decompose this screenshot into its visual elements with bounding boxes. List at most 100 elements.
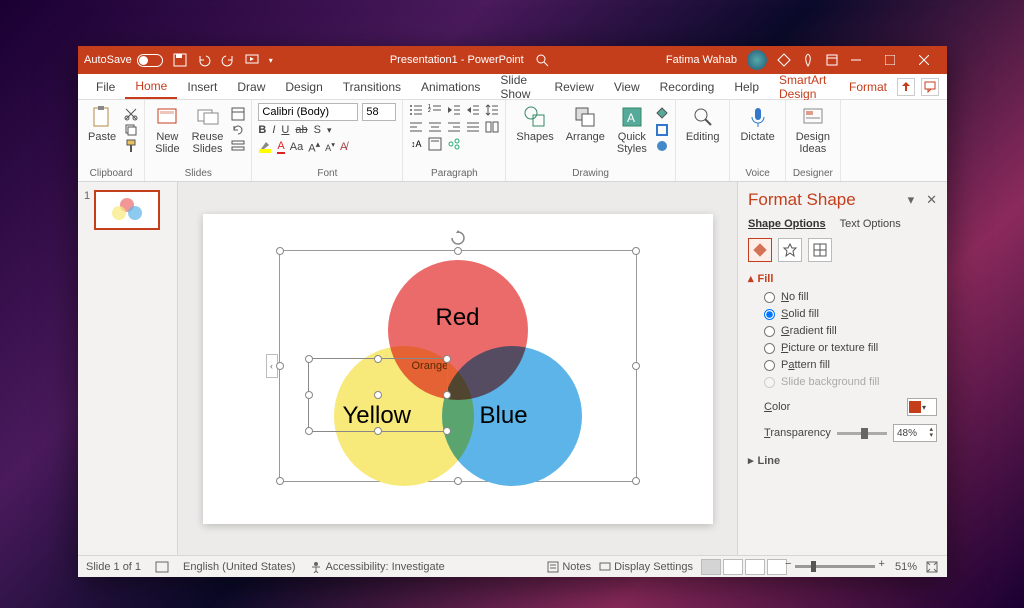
radio-picture-fill[interactable]: Picture or texture fill	[764, 342, 937, 354]
radio-solid-fill[interactable]: Solid fill	[764, 308, 937, 320]
slide-editor[interactable]: ‹ Red Yellow Blue	[178, 182, 737, 555]
tab-draw[interactable]: Draw	[227, 76, 275, 98]
zoom-level[interactable]: 51%	[895, 561, 917, 573]
tab-format[interactable]: Format	[839, 76, 897, 98]
bold-button[interactable]: B	[258, 124, 266, 136]
design-ideas-button[interactable]: Design Ideas	[792, 103, 834, 157]
tab-insert[interactable]: Insert	[177, 76, 227, 98]
normal-view-button[interactable]	[701, 559, 721, 575]
display-settings-button[interactable]: Display Settings	[599, 561, 693, 573]
font-size-select[interactable]	[362, 103, 396, 121]
reset-icon[interactable]	[231, 123, 245, 137]
tab-recording[interactable]: Recording	[650, 76, 725, 98]
tab-file[interactable]: File	[86, 76, 125, 98]
font-name-select[interactable]	[258, 103, 358, 121]
text-direction-icon[interactable]: ↕A	[409, 137, 423, 151]
line-spacing-icon[interactable]	[485, 103, 499, 117]
arrange-button[interactable]: Arrange	[562, 103, 609, 145]
label-blue[interactable]: Blue	[480, 402, 528, 430]
format-painter-icon[interactable]	[124, 139, 138, 153]
undo-icon[interactable]	[197, 53, 211, 67]
diamond-icon[interactable]	[777, 53, 791, 67]
fit-to-window-button[interactable]	[925, 560, 939, 574]
shape-effects-icon[interactable]	[655, 139, 669, 153]
redo-icon[interactable]	[221, 53, 235, 67]
pane-options-icon[interactable]: ▾	[908, 192, 915, 208]
tab-home[interactable]: Home	[125, 75, 177, 99]
align-right-icon[interactable]	[447, 120, 461, 134]
font-color-icon[interactable]: A	[277, 140, 284, 154]
slideshow-icon[interactable]	[245, 53, 259, 67]
grow-font-button[interactable]: A▴	[308, 139, 320, 155]
align-center-icon[interactable]	[428, 120, 442, 134]
reuse-slides-button[interactable]: Reuse Slides	[188, 103, 228, 157]
rocket-icon[interactable]	[801, 53, 815, 67]
clear-format-button[interactable]: A̸	[340, 141, 347, 153]
save-icon[interactable]	[173, 53, 187, 67]
maximize-button[interactable]	[873, 46, 907, 74]
numbering-icon[interactable]: 12	[428, 103, 442, 117]
effects-category[interactable]	[778, 238, 802, 262]
ribbon-display-icon[interactable]	[825, 53, 839, 67]
cut-icon[interactable]	[124, 107, 138, 121]
close-button[interactable]	[907, 46, 941, 74]
status-language[interactable]: English (United States)	[183, 561, 296, 573]
slideshow-view-button[interactable]	[767, 559, 787, 575]
shape-selection[interactable]	[308, 358, 448, 432]
dictate-button[interactable]: Dictate	[736, 103, 778, 145]
shadow-button[interactable]: S	[314, 124, 321, 136]
smartart-convert-icon[interactable]	[447, 137, 461, 151]
tab-transitions[interactable]: Transitions	[333, 76, 411, 98]
fill-color-picker[interactable]: ▾	[907, 398, 937, 416]
search-icon[interactable]	[536, 54, 549, 67]
radio-gradient-fill[interactable]: Gradient fill	[764, 325, 937, 337]
section-line[interactable]: ▸Line	[748, 454, 937, 467]
strikethrough-button[interactable]: ab	[295, 124, 307, 136]
layout-icon[interactable]	[231, 107, 245, 121]
shapes-button[interactable]: Shapes	[512, 103, 557, 145]
tab-text-options[interactable]: Text Options	[840, 218, 901, 230]
sorter-view-button[interactable]	[723, 559, 743, 575]
transparency-value[interactable]: 48%▴▾	[893, 424, 937, 442]
paste-button[interactable]: Paste	[84, 103, 120, 145]
radio-no-fill[interactable]: No fill	[764, 291, 937, 303]
tab-help[interactable]: Help	[724, 76, 769, 98]
indent-dec-icon[interactable]	[447, 103, 461, 117]
italic-button[interactable]: I	[272, 124, 275, 136]
zoom-slider[interactable]	[795, 565, 875, 568]
thumbnail-1[interactable]: 1	[84, 190, 171, 230]
change-case-button[interactable]: Aa	[290, 141, 303, 153]
section-icon[interactable]	[231, 139, 245, 153]
columns-icon[interactable]	[485, 120, 499, 134]
copy-icon[interactable]	[124, 123, 138, 137]
editing-button[interactable]: Editing	[682, 103, 724, 145]
status-slide-num[interactable]: Slide 1 of 1	[86, 561, 141, 573]
fill-line-category[interactable]	[748, 238, 772, 262]
underline-button[interactable]: U	[281, 124, 289, 136]
tab-shape-options[interactable]: Shape Options	[748, 218, 826, 230]
align-text-icon[interactable]	[428, 137, 442, 151]
size-category[interactable]	[808, 238, 832, 262]
highlight-icon[interactable]	[258, 140, 272, 154]
slide-canvas[interactable]: ‹ Red Yellow Blue	[203, 214, 713, 524]
align-left-icon[interactable]	[409, 120, 423, 134]
user-name[interactable]: Fatima Wahab	[666, 54, 737, 66]
bullets-icon[interactable]	[409, 103, 423, 117]
section-fill[interactable]: ▴Fill	[748, 272, 937, 285]
avatar[interactable]	[747, 50, 767, 70]
tab-review[interactable]: Review	[544, 76, 603, 98]
label-red[interactable]: Red	[436, 304, 480, 332]
reading-view-button[interactable]	[745, 559, 765, 575]
shrink-font-button[interactable]: A▾	[325, 140, 335, 153]
justify-icon[interactable]	[466, 120, 480, 134]
new-slide-button[interactable]: New Slide	[151, 103, 183, 157]
comments-button[interactable]	[921, 78, 939, 96]
shape-outline-icon[interactable]	[655, 123, 669, 137]
quick-styles-button[interactable]: A Quick Styles	[613, 103, 651, 157]
notes-button[interactable]: Notes	[547, 561, 591, 573]
minimize-button[interactable]	[839, 46, 873, 74]
tab-design[interactable]: Design	[275, 76, 332, 98]
share-button[interactable]	[897, 78, 915, 96]
autosave-switch[interactable]	[137, 54, 163, 67]
radio-pattern-fill[interactable]: Pattern fill	[764, 359, 937, 371]
